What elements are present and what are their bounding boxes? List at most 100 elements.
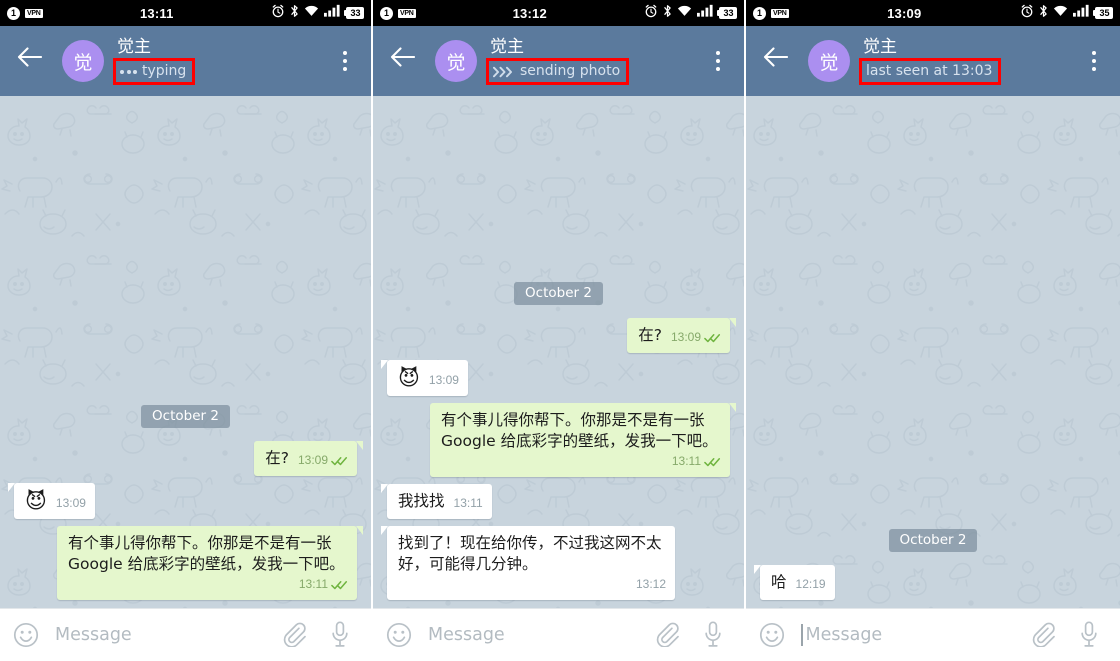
message-meta-row: 13:11 bbox=[441, 449, 721, 471]
message-meta-row: 13:11 bbox=[68, 572, 348, 594]
chat-header-titles: 觉主 last seen at 13:03 bbox=[859, 37, 1081, 85]
menu-dot bbox=[343, 59, 347, 63]
message-emoji: 😈 bbox=[25, 489, 47, 513]
avatar[interactable]: 觉 bbox=[808, 40, 850, 82]
message-input[interactable]: Message bbox=[428, 620, 656, 650]
message-bubble[interactable]: 哈 12:19 bbox=[754, 565, 835, 600]
double-check-icon bbox=[704, 457, 721, 467]
vpn-indicator-icon: VPN bbox=[771, 8, 789, 18]
chat-screen-3: 1 VPN 13:09 35 觉觉主 last seen at 13:03 October … bbox=[746, 0, 1120, 661]
message-list[interactable]: October 2 在? 13:09 😈 13:09 有个事儿得你帮下。你那是不是有一张 … bbox=[373, 96, 744, 608]
overflow-menu-button[interactable] bbox=[705, 44, 731, 78]
status-bar-clock: 13:09 bbox=[887, 5, 922, 21]
microphone-icon[interactable] bbox=[331, 621, 357, 649]
message-emoji: 😈 bbox=[398, 366, 420, 390]
overflow-menu-button[interactable] bbox=[1081, 44, 1107, 78]
typing-dots-icon bbox=[120, 69, 137, 74]
message-text: 我找找 bbox=[398, 492, 445, 510]
message-row: 哈 12:19 bbox=[754, 565, 1112, 600]
date-label: October 2 bbox=[514, 282, 603, 305]
avatar[interactable]: 觉 bbox=[62, 40, 104, 82]
message-row: 找到了！现在给你传，不过我这网不太好，可能得几分钟。 13:12 bbox=[381, 526, 736, 600]
status-bar-clock: 13:11 bbox=[139, 5, 174, 21]
menu-dot bbox=[343, 67, 347, 71]
message-text: 在? bbox=[638, 326, 662, 344]
paperclip-icon[interactable] bbox=[656, 621, 682, 649]
sim-indicator-icon: 1 bbox=[380, 6, 393, 20]
menu-dot bbox=[1092, 67, 1096, 71]
chat-header: 觉觉主 sending photo bbox=[373, 26, 744, 96]
smiley-icon[interactable] bbox=[759, 622, 785, 648]
menu-dot bbox=[716, 67, 720, 71]
avatar[interactable]: 觉 bbox=[435, 40, 477, 82]
message-bubble[interactable]: 有个事儿得你帮下。你那是不是有一张 Google 给底彩字的壁纸，发我一下吧。 1… bbox=[57, 526, 363, 600]
message-time: 13:11 bbox=[453, 496, 483, 510]
battery-icon: 33 bbox=[344, 7, 364, 19]
double-check-icon bbox=[331, 580, 348, 590]
status-bar-left: 1 VPN bbox=[753, 6, 789, 20]
message-text: 有个事儿得你帮下。你那是不是有一张 Google 给底彩字的壁纸，发我一下吧。 bbox=[441, 411, 718, 450]
message-input[interactable]: Message bbox=[55, 620, 283, 650]
message-list[interactable]: October 2 在? 13:09 😈 13:09 有个事儿得你帮下。你那是不是有一张 … bbox=[0, 96, 371, 608]
message-row: 😈 13:09 bbox=[381, 360, 736, 396]
status-bar-right: 33 bbox=[271, 4, 364, 23]
message-row: 有个事儿得你帮下。你那是不是有一张 Google 给底彩字的壁纸，发我一下吧。 1… bbox=[381, 403, 736, 477]
chevrons-icon bbox=[493, 66, 514, 78]
status-bar: 1 VPN 13:09 35 bbox=[746, 0, 1120, 26]
contact-name: 觉主 bbox=[117, 37, 151, 57]
microphone-icon[interactable] bbox=[1080, 621, 1106, 649]
bluetooth-icon bbox=[290, 4, 299, 23]
message-bubble[interactable]: 有个事儿得你帮下。你那是不是有一张 Google 给底彩字的壁纸，发我一下吧。 1… bbox=[430, 403, 736, 477]
paperclip-icon[interactable] bbox=[283, 621, 309, 649]
menu-dot bbox=[1092, 51, 1096, 55]
message-meta: 13:09 bbox=[429, 370, 459, 391]
message-time: 13:09 bbox=[670, 330, 701, 344]
back-button[interactable] bbox=[389, 46, 419, 76]
message-text: 找到了！现在给你传，不过我这网不太好，可能得几分钟。 bbox=[398, 534, 662, 573]
message-placeholder: Message bbox=[55, 625, 132, 645]
signal-icon bbox=[324, 4, 341, 22]
back-button[interactable] bbox=[16, 46, 46, 76]
message-composer: Message bbox=[0, 608, 371, 661]
message-meta: 12:19 bbox=[796, 574, 826, 595]
battery-icon: 33 bbox=[717, 7, 737, 19]
date-label: October 2 bbox=[141, 405, 230, 428]
overflow-menu-button[interactable] bbox=[332, 44, 358, 78]
date-separator: October 2 bbox=[754, 529, 1112, 552]
message-time: 13:09 bbox=[428, 373, 459, 387]
status-bar: 1 VPN 13:11 33 bbox=[0, 0, 371, 26]
status-bar-left: 1 VPN bbox=[380, 6, 416, 20]
message-bubble[interactable]: 😈 13:09 bbox=[381, 360, 468, 396]
bluetooth-icon bbox=[1039, 4, 1048, 23]
signal-icon bbox=[1073, 4, 1090, 22]
double-check-icon bbox=[331, 456, 348, 466]
smiley-icon[interactable] bbox=[386, 622, 412, 648]
battery-icon: 35 bbox=[1093, 7, 1113, 19]
menu-dot bbox=[343, 51, 347, 55]
message-row: 在? 13:09 bbox=[8, 441, 363, 476]
date-label: October 2 bbox=[888, 529, 978, 552]
double-check-icon bbox=[704, 333, 721, 343]
menu-dot bbox=[716, 51, 720, 55]
smiley-icon[interactable] bbox=[13, 622, 39, 648]
chat-header: 觉觉主 last seen at 13:03 bbox=[746, 26, 1120, 96]
microphone-icon[interactable] bbox=[704, 621, 730, 649]
contact-name: 觉主 bbox=[863, 37, 897, 57]
menu-dot bbox=[716, 59, 720, 63]
message-input[interactable]: Message bbox=[801, 620, 1032, 650]
message-bubble[interactable]: 在? 13:09 bbox=[254, 441, 363, 476]
wifi-icon bbox=[677, 4, 692, 22]
message-bubble[interactable]: 😈 13:09 bbox=[8, 483, 95, 519]
paperclip-icon[interactable] bbox=[1032, 621, 1058, 649]
message-bubble[interactable]: 在? 13:09 bbox=[627, 318, 736, 353]
message-time: 13:09 bbox=[297, 453, 328, 467]
message-bubble[interactable]: 我找找 13:11 bbox=[381, 484, 492, 519]
alarm-icon bbox=[644, 4, 658, 23]
message-row: 我找找 13:11 bbox=[381, 484, 736, 519]
message-bubble[interactable]: 找到了！现在给你传，不过我这网不太好，可能得几分钟。 13:12 bbox=[381, 526, 675, 600]
message-time: 13:11 bbox=[671, 454, 701, 468]
message-list[interactable]: October 2 哈 12:19 bbox=[746, 96, 1120, 608]
chat-screen-1: 1 VPN 13:11 33 觉觉主 typing October 2 在? 13:09 😈 13:… bbox=[0, 0, 373, 661]
message-time: 13:11 bbox=[298, 577, 328, 591]
back-button[interactable] bbox=[762, 46, 792, 76]
